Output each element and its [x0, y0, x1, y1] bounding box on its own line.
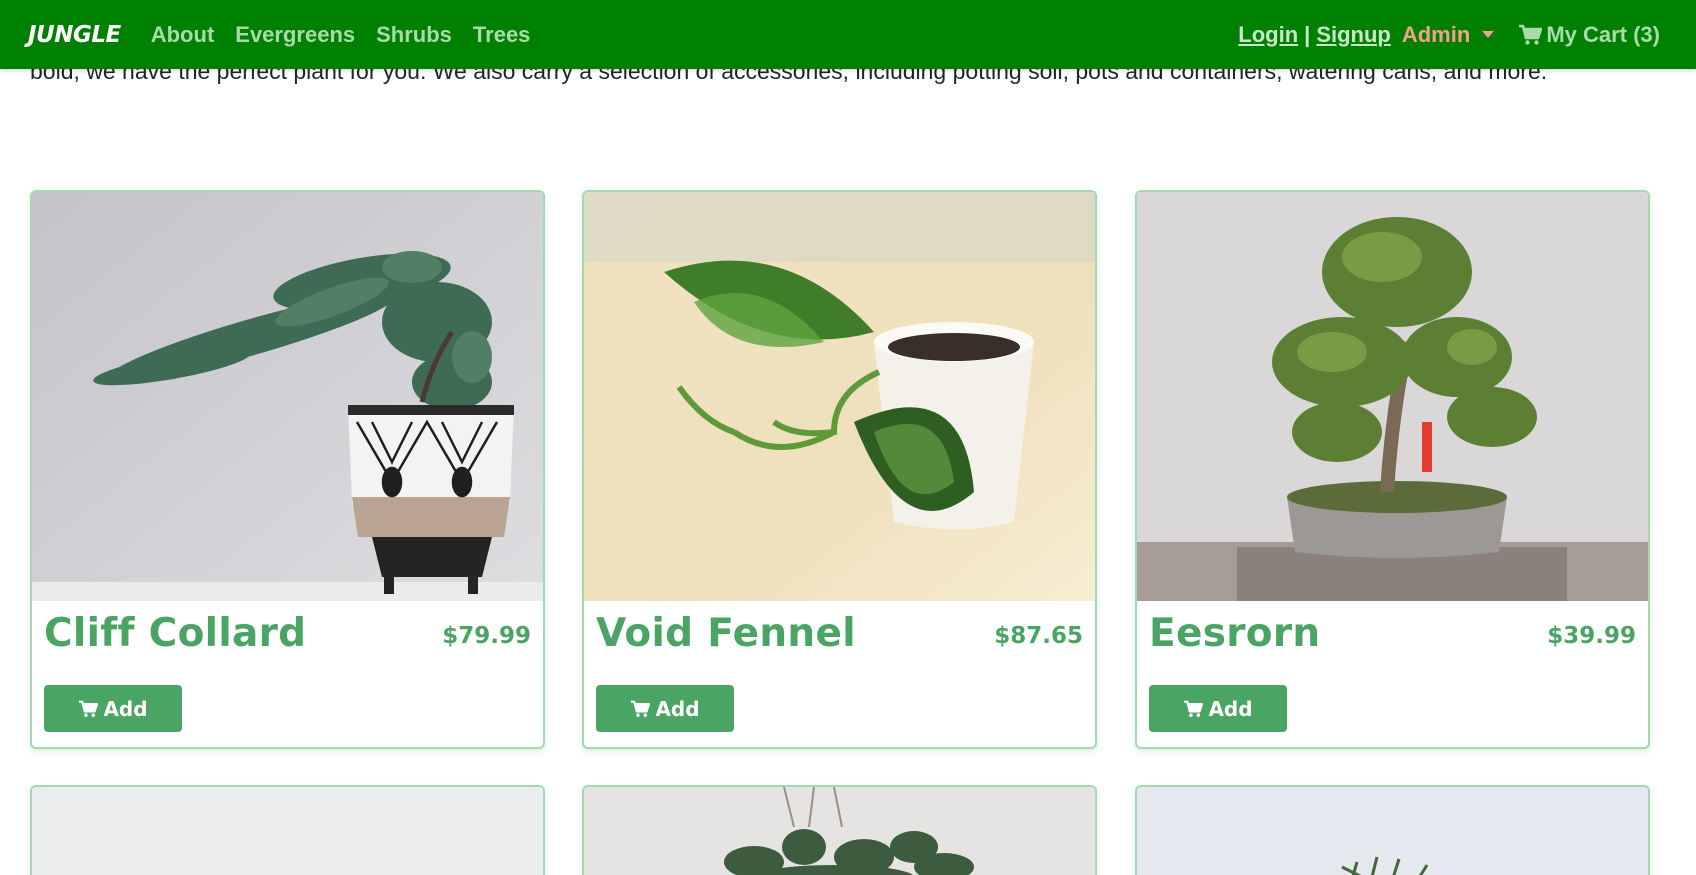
product-card: Cliff Collard $79.99 Add — [30, 190, 545, 749]
auth-separator: | — [1304, 21, 1311, 47]
add-button-label: Add — [655, 696, 700, 721]
login-link[interactable]: Login — [1238, 22, 1298, 48]
product-image[interactable] — [584, 787, 1095, 875]
shopping-cart-icon — [631, 700, 651, 717]
nav-link-evergreens[interactable]: Evergreens — [235, 22, 355, 48]
product-card — [582, 785, 1097, 875]
shopping-cart-icon — [79, 700, 99, 717]
product-name[interactable]: Eesrorn — [1149, 611, 1320, 656]
shopping-cart-icon — [1184, 700, 1204, 717]
product-image[interactable] — [584, 192, 1095, 601]
add-to-cart-button[interactable]: Add — [44, 685, 182, 732]
signup-link[interactable]: Signup — [1316, 22, 1391, 48]
product-price: $87.65 — [994, 623, 1083, 649]
nav-link-shrubs[interactable]: Shrubs — [376, 22, 452, 48]
product-card — [30, 785, 545, 875]
caret-down-icon — [1482, 31, 1495, 38]
cart-label: My Cart (3) — [1546, 21, 1660, 47]
add-button-label: Add — [103, 696, 148, 721]
nav-link-about[interactable]: About — [151, 22, 215, 48]
product-image[interactable] — [32, 787, 543, 875]
product-body: Cliff Collard $79.99 Add — [32, 601, 543, 747]
product-card: Void Fennel $87.65 Add — [582, 190, 1097, 749]
nav-links: About Evergreens Shrubs Trees — [151, 22, 531, 48]
product-body: Void Fennel $87.65 Add — [584, 601, 1095, 747]
brand-logo[interactable]: JUNGLE — [28, 22, 121, 48]
admin-label: Admin — [1401, 21, 1471, 47]
product-card: Eesrorn $39.99 Add — [1135, 190, 1650, 749]
product-image[interactable] — [32, 192, 543, 601]
product-body: Eesrorn $39.99 Add — [1137, 601, 1648, 747]
add-button-label: Add — [1208, 696, 1253, 721]
nav-link-trees[interactable]: Trees — [473, 22, 531, 48]
product-name[interactable]: Void Fennel — [596, 611, 856, 656]
product-image[interactable] — [1137, 787, 1648, 875]
nav-right: Login | Signup Admin My Cart (3) — [1238, 22, 1660, 48]
product-card — [1135, 785, 1650, 875]
admin-dropdown[interactable]: Admin — [1401, 21, 1495, 48]
product-price: $39.99 — [1547, 623, 1636, 649]
shopping-cart-icon — [1519, 24, 1543, 45]
product-name[interactable]: Cliff Collard — [44, 611, 306, 656]
add-to-cart-button[interactable]: Add — [1149, 685, 1287, 732]
add-to-cart-button[interactable]: Add — [596, 685, 734, 732]
product-image[interactable] — [1137, 192, 1648, 601]
cart-link[interactable]: My Cart (3) — [1518, 22, 1660, 48]
navbar: JUNGLE About Evergreens Shrubs Trees Log… — [0, 0, 1696, 69]
product-price: $79.99 — [442, 623, 531, 649]
